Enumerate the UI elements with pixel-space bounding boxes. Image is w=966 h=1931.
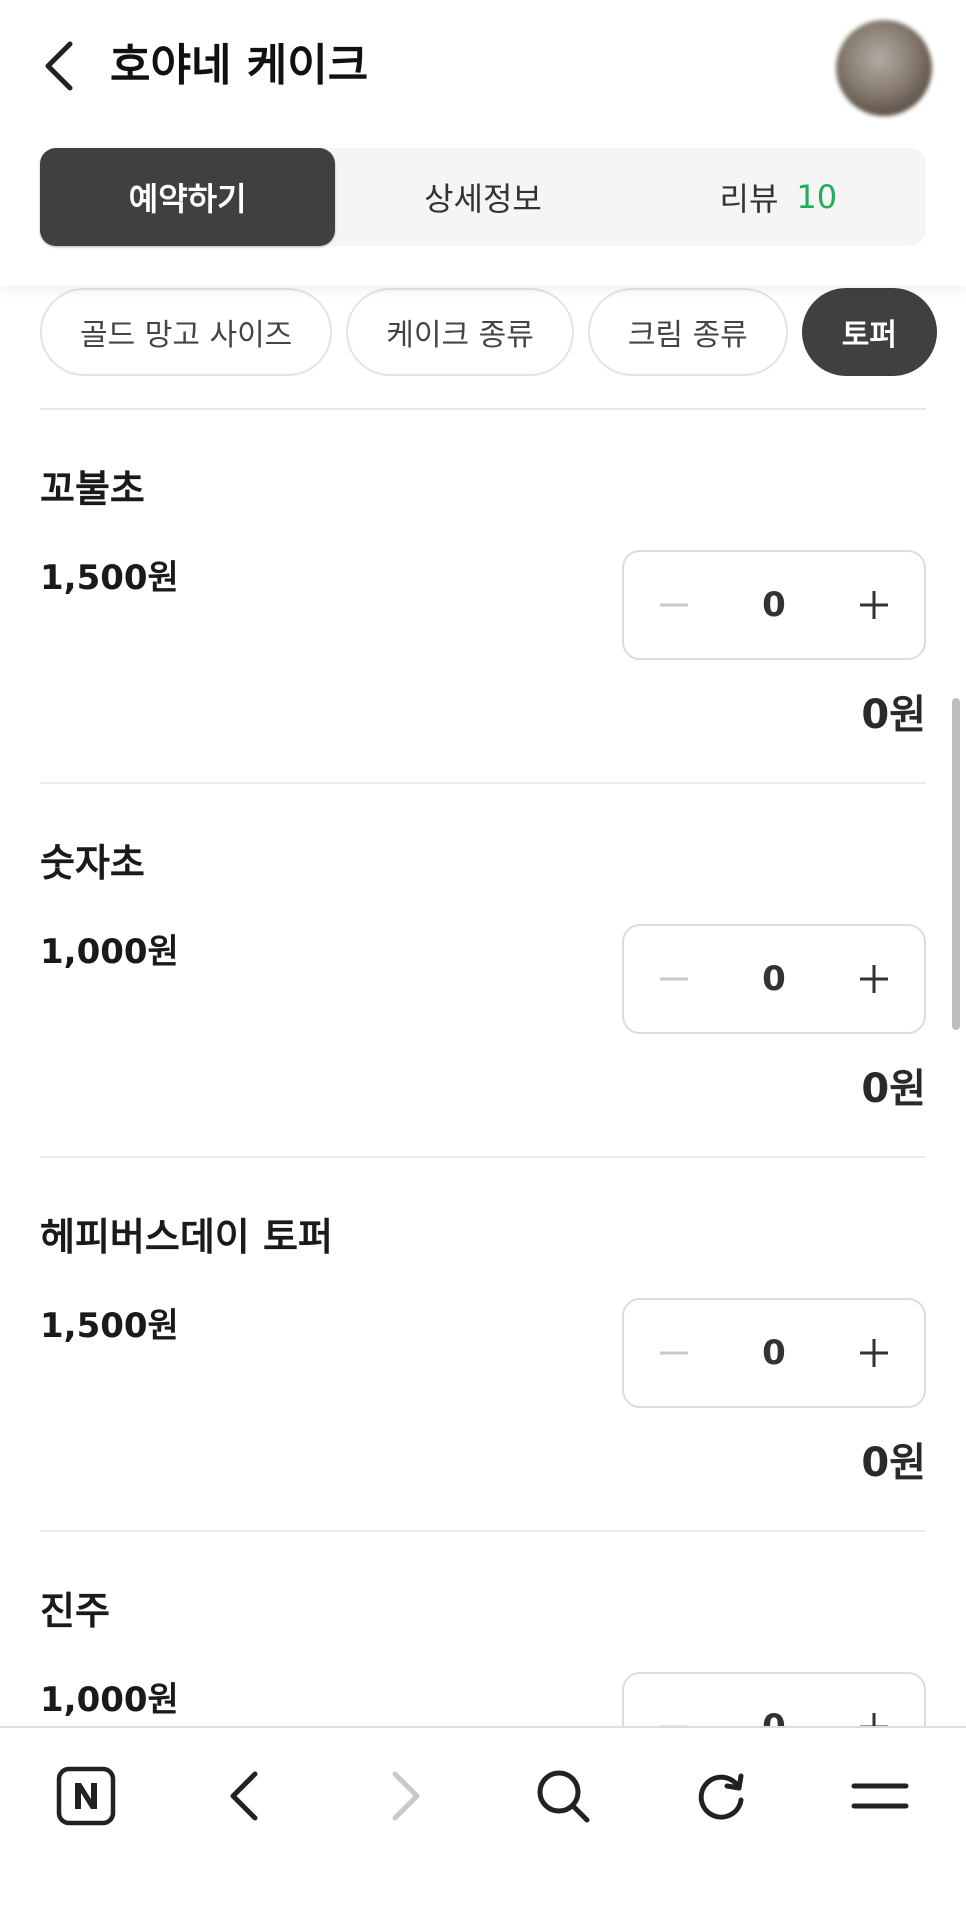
back-button[interactable] <box>36 34 84 98</box>
tab-label: 예약하기 <box>128 180 247 218</box>
refresh-button[interactable] <box>681 1756 761 1836</box>
naver-home-icon <box>56 1766 116 1826</box>
back-icon <box>230 1771 258 1821</box>
decrease-button[interactable] <box>624 1300 724 1406</box>
minus-icon <box>660 603 688 607</box>
quantity-stepper: 0 <box>622 1298 926 1408</box>
list-item: 헤피버스데이 토퍼 1,500원 0 0원 <box>40 1158 926 1532</box>
item-price: 1,500원 <box>40 558 179 598</box>
browser-forward-button[interactable] <box>365 1756 445 1836</box>
decrease-button[interactable] <box>624 552 724 658</box>
tab-bar: 예약하기 상세정보 리뷰 10 <box>40 148 926 246</box>
category-chips: 골드 망고 사이즈 케이크 종류 크림 종류 토퍼 <box>40 288 966 378</box>
tab-reservation[interactable]: 예약하기 <box>40 148 336 246</box>
item-price: 1,000원 <box>40 932 179 972</box>
naver-home-button[interactable] <box>46 1756 126 1836</box>
list-item: 숫자초 1,000원 0 0원 <box>40 784 926 1158</box>
decrease-button[interactable] <box>624 926 724 1032</box>
plus-icon <box>859 965 888 993</box>
item-price: 1,500원 <box>40 1306 179 1346</box>
item-name: 헤피버스데이 토퍼 <box>40 1215 333 1259</box>
search-button[interactable] <box>523 1756 603 1836</box>
increase-button[interactable] <box>824 552 924 658</box>
chip-gold-mango-size[interactable]: 골드 망고 사이즈 <box>40 288 333 376</box>
forward-icon <box>392 1771 420 1821</box>
browser-back-button[interactable] <box>205 1756 285 1836</box>
quantity-value: 0 <box>762 1333 786 1373</box>
quantity-stepper: 0 <box>622 550 926 660</box>
chip-topper[interactable]: 토퍼 <box>801 288 937 376</box>
increase-button[interactable] <box>824 926 924 1032</box>
item-price: 1,000원 <box>40 1680 179 1720</box>
tab-label: 리뷰 <box>719 180 779 218</box>
item-name: 꼬불초 <box>40 467 145 511</box>
minus-icon <box>660 1351 688 1355</box>
app-header: 호야네 케이크 예약하기 상세정보 리뷰 10 <box>0 0 966 286</box>
page-title: 호야네 케이크 <box>110 40 369 91</box>
tab-reviews[interactable]: 리뷰 10 <box>631 148 926 246</box>
store-avatar[interactable] <box>836 20 932 116</box>
item-name: 숫자초 <box>40 841 145 885</box>
chip-cream-type[interactable]: 크림 종류 <box>587 288 788 376</box>
item-name: 진주 <box>40 1589 110 1633</box>
menu-button[interactable] <box>840 1756 920 1836</box>
search-icon <box>537 1770 590 1823</box>
plus-icon <box>859 591 888 619</box>
menu-icon <box>851 1783 909 1809</box>
quantity-value: 0 <box>762 585 786 625</box>
quantity-value: 0 <box>762 959 786 999</box>
refresh-icon <box>698 1773 744 1820</box>
item-subtotal: 0원 <box>861 1440 926 1486</box>
chevron-left-icon <box>45 41 73 91</box>
increase-button[interactable] <box>824 1300 924 1406</box>
item-subtotal: 0원 <box>861 692 926 738</box>
item-subtotal: 0원 <box>861 1066 926 1112</box>
tab-details[interactable]: 상세정보 <box>335 148 630 246</box>
tab-label: 상세정보 <box>424 180 542 218</box>
scrollbar[interactable] <box>952 698 960 1030</box>
review-count: 10 <box>796 178 838 216</box>
chip-cake-type[interactable]: 케이크 종류 <box>346 288 574 376</box>
quantity-stepper: 0 <box>622 924 926 1034</box>
list-item: 꼬불초 1,500원 0 0원 <box>40 410 926 784</box>
browser-toolbar <box>0 1726 966 1931</box>
plus-icon <box>859 1339 888 1367</box>
option-list: 꼬불초 1,500원 0 0원 숫자초 1,000원 0 0원 헤피버스데이 토… <box>40 410 926 1906</box>
minus-icon <box>660 977 688 981</box>
